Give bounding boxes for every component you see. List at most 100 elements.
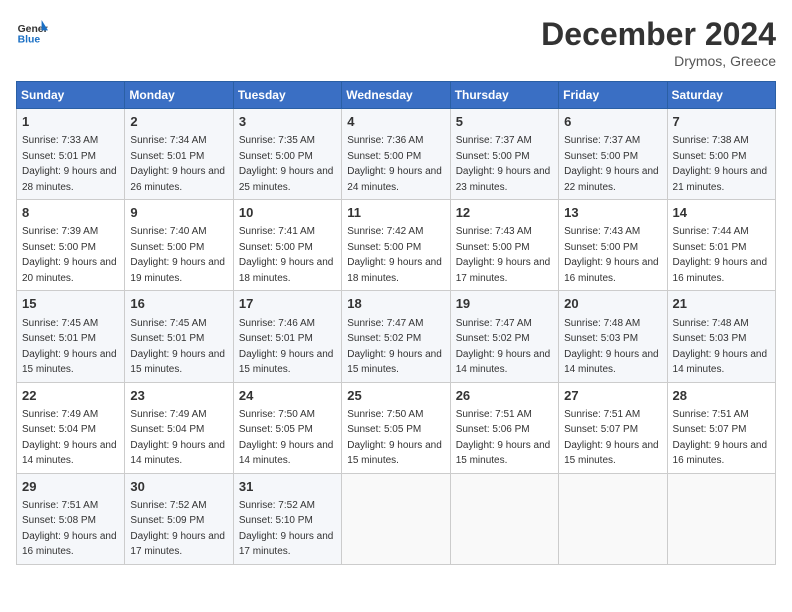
day-number: 6 [564, 113, 661, 131]
day-number: 20 [564, 295, 661, 313]
calendar-cell [450, 473, 558, 564]
weekday-monday: Monday [125, 82, 233, 109]
day-info: Sunrise: 7:36 AMSunset: 5:00 PMDaylight:… [347, 135, 442, 193]
day-info: Sunrise: 7:43 AMSunset: 5:00 PMDaylight:… [456, 226, 551, 284]
calendar-week-3: 15 Sunrise: 7:45 AMSunset: 5:01 PMDaylig… [17, 291, 776, 382]
calendar-cell: 6 Sunrise: 7:37 AMSunset: 5:00 PMDayligh… [559, 109, 667, 200]
day-info: Sunrise: 7:41 AMSunset: 5:00 PMDaylight:… [239, 226, 334, 284]
calendar-cell: 25 Sunrise: 7:50 AMSunset: 5:05 PMDaylig… [342, 382, 450, 473]
weekday-friday: Friday [559, 82, 667, 109]
day-info: Sunrise: 7:50 AMSunset: 5:05 PMDaylight:… [347, 409, 442, 467]
day-info: Sunrise: 7:47 AMSunset: 5:02 PMDaylight:… [347, 318, 442, 376]
weekday-wednesday: Wednesday [342, 82, 450, 109]
day-number: 19 [456, 295, 553, 313]
calendar-cell [559, 473, 667, 564]
calendar: SundayMondayTuesdayWednesdayThursdayFrid… [16, 81, 776, 565]
day-info: Sunrise: 7:52 AMSunset: 5:09 PMDaylight:… [130, 500, 225, 558]
calendar-cell: 13 Sunrise: 7:43 AMSunset: 5:00 PMDaylig… [559, 200, 667, 291]
calendar-cell: 8 Sunrise: 7:39 AMSunset: 5:00 PMDayligh… [17, 200, 125, 291]
calendar-header: SundayMondayTuesdayWednesdayThursdayFrid… [17, 82, 776, 109]
day-info: Sunrise: 7:45 AMSunset: 5:01 PMDaylight:… [22, 318, 117, 376]
calendar-cell: 26 Sunrise: 7:51 AMSunset: 5:06 PMDaylig… [450, 382, 558, 473]
day-number: 24 [239, 387, 336, 405]
weekday-sunday: Sunday [17, 82, 125, 109]
calendar-cell: 9 Sunrise: 7:40 AMSunset: 5:00 PMDayligh… [125, 200, 233, 291]
day-number: 7 [673, 113, 770, 131]
logo: General Blue [16, 16, 48, 48]
day-number: 16 [130, 295, 227, 313]
calendar-cell: 22 Sunrise: 7:49 AMSunset: 5:04 PMDaylig… [17, 382, 125, 473]
day-info: Sunrise: 7:51 AMSunset: 5:07 PMDaylight:… [564, 409, 659, 467]
calendar-cell: 16 Sunrise: 7:45 AMSunset: 5:01 PMDaylig… [125, 291, 233, 382]
calendar-cell: 3 Sunrise: 7:35 AMSunset: 5:00 PMDayligh… [233, 109, 341, 200]
calendar-week-4: 22 Sunrise: 7:49 AMSunset: 5:04 PMDaylig… [17, 382, 776, 473]
day-info: Sunrise: 7:43 AMSunset: 5:00 PMDaylight:… [564, 226, 659, 284]
calendar-cell: 28 Sunrise: 7:51 AMSunset: 5:07 PMDaylig… [667, 382, 775, 473]
day-info: Sunrise: 7:49 AMSunset: 5:04 PMDaylight:… [22, 409, 117, 467]
calendar-cell [667, 473, 775, 564]
calendar-cell [342, 473, 450, 564]
weekday-thursday: Thursday [450, 82, 558, 109]
calendar-cell: 30 Sunrise: 7:52 AMSunset: 5:09 PMDaylig… [125, 473, 233, 564]
calendar-week-1: 1 Sunrise: 7:33 AMSunset: 5:01 PMDayligh… [17, 109, 776, 200]
day-number: 9 [130, 204, 227, 222]
day-info: Sunrise: 7:45 AMSunset: 5:01 PMDaylight:… [130, 318, 225, 376]
day-number: 3 [239, 113, 336, 131]
calendar-cell: 7 Sunrise: 7:38 AMSunset: 5:00 PMDayligh… [667, 109, 775, 200]
day-number: 5 [456, 113, 553, 131]
title-area: December 2024 Drymos, Greece [541, 16, 776, 69]
day-info: Sunrise: 7:48 AMSunset: 5:03 PMDaylight:… [673, 318, 768, 376]
calendar-cell: 4 Sunrise: 7:36 AMSunset: 5:00 PMDayligh… [342, 109, 450, 200]
calendar-cell: 19 Sunrise: 7:47 AMSunset: 5:02 PMDaylig… [450, 291, 558, 382]
day-info: Sunrise: 7:37 AMSunset: 5:00 PMDaylight:… [456, 135, 551, 193]
day-info: Sunrise: 7:46 AMSunset: 5:01 PMDaylight:… [239, 318, 334, 376]
day-number: 12 [456, 204, 553, 222]
day-info: Sunrise: 7:51 AMSunset: 5:07 PMDaylight:… [673, 409, 768, 467]
day-info: Sunrise: 7:44 AMSunset: 5:01 PMDaylight:… [673, 226, 768, 284]
calendar-cell: 11 Sunrise: 7:42 AMSunset: 5:00 PMDaylig… [342, 200, 450, 291]
day-info: Sunrise: 7:51 AMSunset: 5:06 PMDaylight:… [456, 409, 551, 467]
day-number: 14 [673, 204, 770, 222]
calendar-cell: 1 Sunrise: 7:33 AMSunset: 5:01 PMDayligh… [17, 109, 125, 200]
calendar-cell: 17 Sunrise: 7:46 AMSunset: 5:01 PMDaylig… [233, 291, 341, 382]
day-number: 23 [130, 387, 227, 405]
day-number: 26 [456, 387, 553, 405]
logo-icon: General Blue [16, 16, 48, 48]
calendar-cell: 27 Sunrise: 7:51 AMSunset: 5:07 PMDaylig… [559, 382, 667, 473]
weekday-saturday: Saturday [667, 82, 775, 109]
day-info: Sunrise: 7:33 AMSunset: 5:01 PMDaylight:… [22, 135, 117, 193]
weekday-tuesday: Tuesday [233, 82, 341, 109]
calendar-cell: 5 Sunrise: 7:37 AMSunset: 5:00 PMDayligh… [450, 109, 558, 200]
day-number: 29 [22, 478, 119, 496]
calendar-week-2: 8 Sunrise: 7:39 AMSunset: 5:00 PMDayligh… [17, 200, 776, 291]
day-info: Sunrise: 7:34 AMSunset: 5:01 PMDaylight:… [130, 135, 225, 193]
calendar-cell: 23 Sunrise: 7:49 AMSunset: 5:04 PMDaylig… [125, 382, 233, 473]
calendar-cell: 20 Sunrise: 7:48 AMSunset: 5:03 PMDaylig… [559, 291, 667, 382]
day-info: Sunrise: 7:38 AMSunset: 5:00 PMDaylight:… [673, 135, 768, 193]
calendar-cell: 12 Sunrise: 7:43 AMSunset: 5:00 PMDaylig… [450, 200, 558, 291]
day-info: Sunrise: 7:37 AMSunset: 5:00 PMDaylight:… [564, 135, 659, 193]
day-number: 27 [564, 387, 661, 405]
day-number: 17 [239, 295, 336, 313]
day-number: 10 [239, 204, 336, 222]
calendar-cell: 18 Sunrise: 7:47 AMSunset: 5:02 PMDaylig… [342, 291, 450, 382]
day-number: 30 [130, 478, 227, 496]
calendar-cell: 10 Sunrise: 7:41 AMSunset: 5:00 PMDaylig… [233, 200, 341, 291]
calendar-week-5: 29 Sunrise: 7:51 AMSunset: 5:08 PMDaylig… [17, 473, 776, 564]
weekday-row: SundayMondayTuesdayWednesdayThursdayFrid… [17, 82, 776, 109]
month-title: December 2024 [541, 16, 776, 53]
day-number: 28 [673, 387, 770, 405]
day-info: Sunrise: 7:51 AMSunset: 5:08 PMDaylight:… [22, 500, 117, 558]
location: Drymos, Greece [541, 53, 776, 69]
calendar-cell: 29 Sunrise: 7:51 AMSunset: 5:08 PMDaylig… [17, 473, 125, 564]
day-number: 15 [22, 295, 119, 313]
calendar-cell: 31 Sunrise: 7:52 AMSunset: 5:10 PMDaylig… [233, 473, 341, 564]
day-number: 21 [673, 295, 770, 313]
calendar-cell: 24 Sunrise: 7:50 AMSunset: 5:05 PMDaylig… [233, 382, 341, 473]
day-number: 25 [347, 387, 444, 405]
calendar-cell: 15 Sunrise: 7:45 AMSunset: 5:01 PMDaylig… [17, 291, 125, 382]
calendar-body: 1 Sunrise: 7:33 AMSunset: 5:01 PMDayligh… [17, 109, 776, 565]
day-info: Sunrise: 7:35 AMSunset: 5:00 PMDaylight:… [239, 135, 334, 193]
day-info: Sunrise: 7:39 AMSunset: 5:00 PMDaylight:… [22, 226, 117, 284]
day-number: 18 [347, 295, 444, 313]
